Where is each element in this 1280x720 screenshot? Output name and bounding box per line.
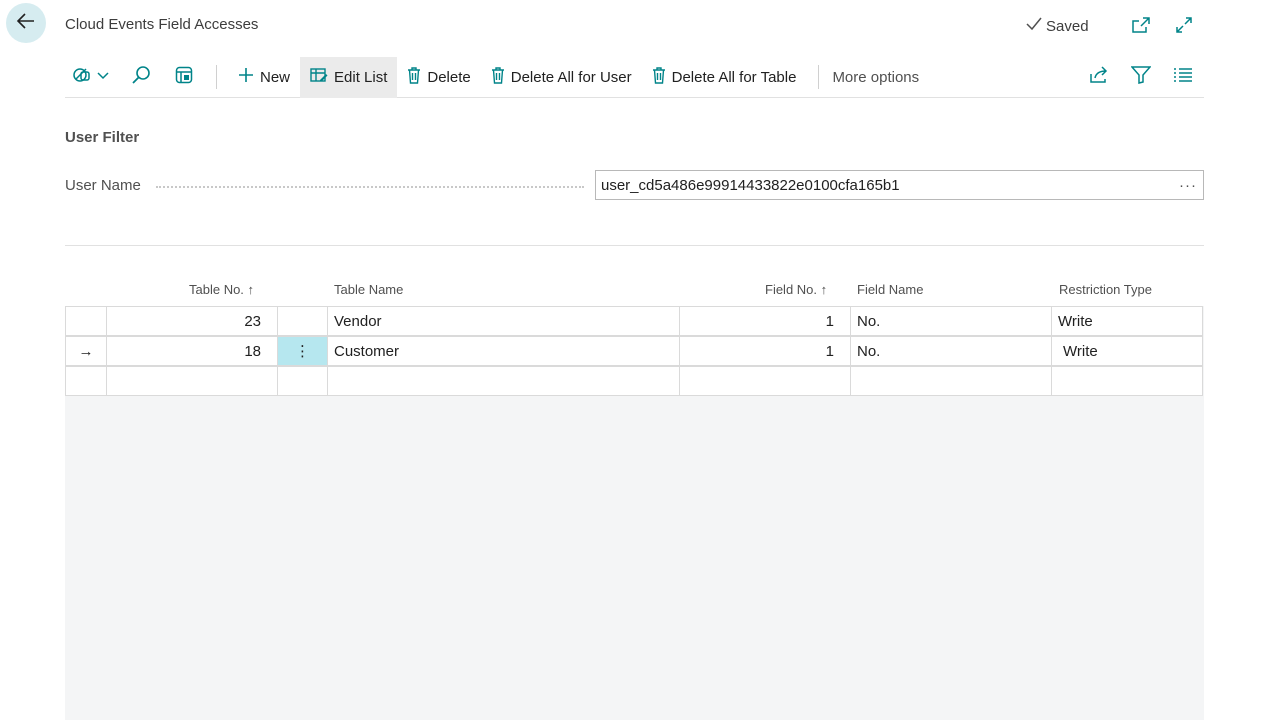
row-indicator[interactable]: → <box>65 336 107 366</box>
cell-restriction-type[interactable] <box>1051 366 1203 396</box>
trash-icon <box>407 66 421 88</box>
edit-list-button[interactable]: Edit List <box>300 56 398 98</box>
more-options-button[interactable]: More options <box>819 57 932 98</box>
cell-field-no[interactable]: 1 <box>679 306 851 336</box>
list-view-button[interactable] <box>1162 57 1204 98</box>
column-header-table-no[interactable]: Table No. ↑ <box>189 282 254 297</box>
checkmark-icon <box>1025 16 1043 36</box>
cell-field-name[interactable]: No. <box>850 336 1052 366</box>
table-row[interactable]: 23 Vendor 1 No. Write <box>65 306 1204 336</box>
column-header-field-name[interactable]: Field Name <box>857 282 923 297</box>
section-divider <box>65 245 1204 246</box>
cell-field-no[interactable] <box>679 366 851 396</box>
back-button[interactable] <box>6 3 46 43</box>
row-indicator[interactable] <box>65 306 107 336</box>
arrow-left-icon <box>16 11 36 36</box>
table-row[interactable]: → 18 ⋮ Customer 1 No. Write <box>65 336 1204 366</box>
new-button[interactable]: New <box>228 57 300 98</box>
cell-table-name[interactable] <box>327 366 680 396</box>
delete-label: Delete <box>427 68 471 86</box>
cell-table-no[interactable] <box>106 366 278 396</box>
trash-icon <box>491 66 505 88</box>
edit-list-label: Edit List <box>334 68 388 86</box>
delete-all-for-user-button[interactable]: Delete All for User <box>481 57 642 98</box>
open-new-window-icon[interactable] <box>1130 14 1152 36</box>
cell-row-menu[interactable] <box>277 366 328 396</box>
delete-button[interactable]: Delete <box>397 57 480 98</box>
trash-icon <box>652 66 666 88</box>
column-header-restriction-type[interactable]: Restriction Type <box>1059 282 1152 297</box>
user-name-label: User Name <box>65 177 141 194</box>
cell-restriction-type[interactable]: Write <box>1051 336 1203 366</box>
plus-icon <box>238 67 254 87</box>
page-title: Cloud Events Field Accesses <box>65 16 259 33</box>
action-toolbar: New Edit List Delete Delete All for User… <box>65 56 1204 98</box>
saved-status: Saved <box>1025 16 1089 36</box>
share-button[interactable] <box>1078 57 1120 98</box>
cell-table-name[interactable]: Customer <box>327 336 680 366</box>
user-name-field[interactable]: user_cd5a486e99914433822e0100cfa165b1 ··… <box>595 170 1204 200</box>
delete-all-for-table-button[interactable]: Delete All for Table <box>642 57 807 98</box>
user-filter-section-title: User Filter <box>65 129 140 146</box>
toolbar-separator <box>216 65 217 89</box>
list-icon <box>1174 67 1192 87</box>
cell-table-no[interactable]: 23 <box>106 306 278 336</box>
cell-table-name[interactable]: Vendor <box>327 306 680 336</box>
lookup-ellipsis-button[interactable]: ··· <box>1173 177 1203 194</box>
user-name-value[interactable]: user_cd5a486e99914433822e0100cfa165b1 <box>601 177 1173 194</box>
table-row[interactable] <box>65 366 1204 396</box>
copilot-menu-button[interactable] <box>65 57 119 98</box>
cell-field-name[interactable]: No. <box>850 306 1052 336</box>
search-icon <box>131 65 151 90</box>
copilot-icon <box>72 66 112 89</box>
new-label: New <box>260 68 291 86</box>
analysis-mode-button[interactable] <box>163 57 205 98</box>
edit-list-icon <box>310 67 328 87</box>
cell-row-menu[interactable] <box>277 306 328 336</box>
share-icon <box>1089 65 1109 89</box>
column-header-field-no[interactable]: Field No. ↑ <box>765 282 827 297</box>
row-indicator[interactable] <box>65 366 107 396</box>
filter-icon <box>1130 65 1152 89</box>
cell-field-no[interactable]: 1 <box>679 336 851 366</box>
delete-all-for-user-label: Delete All for User <box>510 68 632 86</box>
saved-label: Saved <box>1046 17 1089 35</box>
search-button[interactable] <box>119 57 163 98</box>
expand-icon[interactable] <box>1173 14 1195 36</box>
field-leader-dots <box>156 186 584 188</box>
delete-all-for-table-label: Delete All for Table <box>671 68 797 86</box>
cell-table-no[interactable]: 18 <box>106 336 278 366</box>
cell-restriction-type[interactable]: Write <box>1051 306 1203 336</box>
row-actions-menu-button[interactable]: ⋮ <box>277 336 328 366</box>
cell-field-name[interactable] <box>850 366 1052 396</box>
filter-button[interactable] <box>1120 57 1162 98</box>
table-analysis-icon <box>175 66 193 89</box>
column-header-table-name[interactable]: Table Name <box>334 282 403 297</box>
